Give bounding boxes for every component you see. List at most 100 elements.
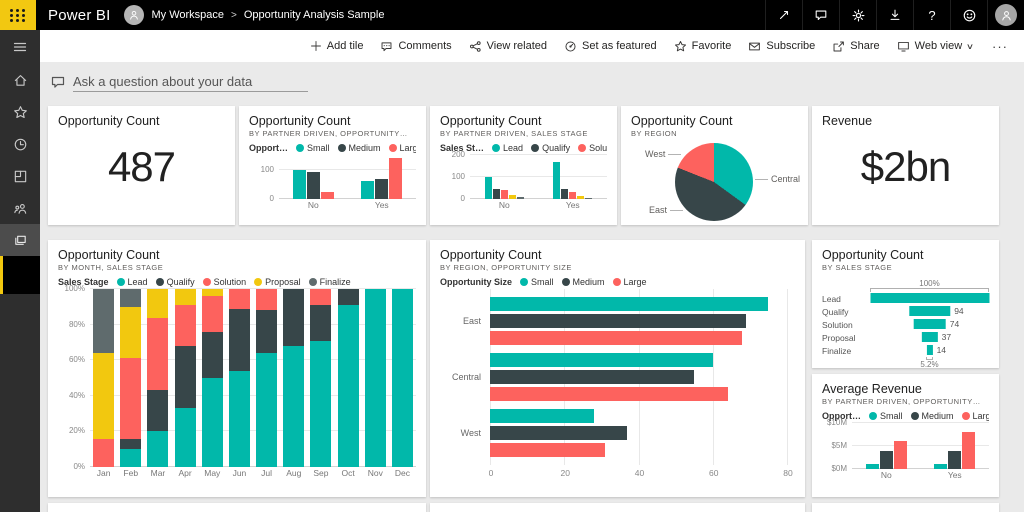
bar[interactable] (501, 190, 508, 199)
bar[interactable] (962, 432, 975, 469)
bar[interactable] (948, 451, 961, 469)
bar[interactable] (490, 331, 742, 345)
clustered-column-chart[interactable]: $0M$5M$10MNoYes (822, 423, 989, 481)
bar-segment[interactable] (120, 449, 141, 467)
bar-segment[interactable] (175, 346, 196, 408)
tile-count-by-sales-stage-funnel[interactable]: Opportunity Count BY SALES STAGE 100%Lea… (812, 240, 999, 368)
tile-count-by-region-size[interactable]: Opportunity Count BY REGION, OPPORTUNITY… (430, 240, 805, 497)
feedback-smiley-icon[interactable] (950, 0, 987, 30)
bar-segment[interactable] (392, 289, 413, 467)
funnel-bar[interactable] (913, 319, 946, 329)
bar[interactable] (490, 443, 605, 457)
bar-segment[interactable] (93, 353, 114, 438)
bar-segment[interactable] (229, 309, 250, 371)
tile-opportunity-count-card[interactable]: Opportunity Count 487 (48, 106, 235, 225)
horizontal-bar-chart[interactable]: 020406080EastCentralWest (440, 289, 795, 481)
tile-revenue-card[interactable]: Revenue $2bn (812, 106, 999, 225)
apps-grid-icon[interactable] (0, 160, 40, 192)
selected-dashboard-indicator[interactable] (0, 256, 40, 294)
bar[interactable] (894, 441, 907, 469)
bar-segment[interactable] (147, 289, 168, 317)
bar-segment[interactable] (147, 431, 168, 467)
bar[interactable] (490, 353, 713, 367)
bar-segment[interactable] (283, 346, 304, 467)
bar[interactable] (866, 464, 879, 469)
stacked-bar[interactable] (256, 289, 277, 467)
bar[interactable] (375, 179, 388, 199)
bar-segment[interactable] (229, 371, 250, 467)
bar-segment[interactable] (175, 305, 196, 346)
bar[interactable] (490, 426, 627, 440)
bar-segment[interactable] (147, 318, 168, 391)
bar[interactable] (569, 192, 576, 199)
bar-segment[interactable] (202, 378, 223, 467)
subscribe-button[interactable]: Subscribe (748, 40, 815, 53)
favorite-button[interactable]: Favorite (674, 40, 732, 53)
bar-segment[interactable] (256, 289, 277, 310)
bar[interactable] (293, 170, 306, 199)
more-options-button[interactable]: ··· (990, 39, 1010, 54)
bar-segment[interactable] (365, 289, 386, 467)
bar[interactable] (490, 409, 594, 423)
profile-avatar[interactable] (987, 0, 1024, 30)
web-view-button[interactable]: Web view∨ (897, 40, 973, 53)
bar-segment[interactable] (93, 289, 114, 353)
bar-segment[interactable] (120, 439, 141, 450)
funnel-bar[interactable] (926, 345, 932, 355)
tile-count-by-region-pie[interactable]: Opportunity Count BY REGION West Central… (621, 106, 808, 225)
bar-segment[interactable] (338, 305, 359, 467)
recent-clock-icon[interactable] (0, 128, 40, 160)
stacked-bar[interactable] (310, 289, 331, 467)
bar-segment[interactable] (175, 408, 196, 467)
settings-gear-icon[interactable] (839, 0, 876, 30)
set-as-featured-button[interactable]: Set as featured (564, 40, 657, 53)
bar-segment[interactable] (283, 289, 304, 346)
home-icon[interactable] (0, 64, 40, 96)
clustered-column-chart[interactable]: 0100200NoYes (440, 155, 607, 211)
view-related-button[interactable]: View related (469, 40, 547, 53)
share-button[interactable]: Share (832, 40, 879, 53)
bar[interactable] (880, 451, 893, 469)
workspaces-layers-icon[interactable] (0, 224, 40, 256)
bar[interactable] (490, 387, 728, 401)
stacked-bar[interactable] (365, 289, 386, 467)
bar-segment[interactable] (93, 439, 114, 467)
app-launcher-waffle-icon[interactable] (0, 0, 36, 30)
bar-segment[interactable] (202, 289, 223, 296)
bar[interactable] (485, 177, 492, 199)
bar[interactable] (490, 370, 694, 384)
bar-segment[interactable] (175, 289, 196, 305)
bar[interactable] (509, 195, 516, 199)
tile-average-revenue[interactable]: Average Revenue BY PARTNER DRIVEN, OPPOR… (812, 374, 999, 497)
stacked-bar[interactable] (392, 289, 413, 467)
bar-segment[interactable] (120, 289, 141, 307)
bar[interactable] (561, 189, 568, 199)
bar[interactable] (321, 192, 334, 199)
add-tile-button[interactable]: Add tile (310, 40, 364, 52)
bar[interactable] (517, 197, 524, 199)
bar-segment[interactable] (310, 305, 331, 341)
qa-input[interactable] (73, 72, 308, 92)
clustered-column-chart[interactable]: 0100NoYes (249, 155, 416, 211)
bar[interactable] (585, 198, 592, 199)
help-icon[interactable]: ? (913, 0, 950, 30)
download-icon[interactable] (876, 0, 913, 30)
comments-button[interactable]: Comments (380, 40, 451, 53)
bar[interactable] (389, 158, 402, 199)
bar[interactable] (577, 196, 584, 199)
bar[interactable] (493, 189, 500, 199)
bar-segment[interactable] (310, 289, 331, 305)
stacked-bar[interactable] (202, 289, 223, 467)
stacked-bar[interactable] (229, 289, 250, 467)
funnel-bar[interactable] (870, 293, 989, 303)
bar[interactable] (361, 181, 374, 199)
tile-partial[interactable] (48, 503, 426, 512)
bar-segment[interactable] (229, 289, 250, 309)
bar-segment[interactable] (338, 289, 359, 305)
shared-people-icon[interactable] (0, 192, 40, 224)
stacked-bar[interactable] (338, 289, 359, 467)
tile-partial[interactable] (812, 503, 999, 512)
stacked-bar[interactable] (147, 289, 168, 467)
workspace-avatar[interactable] (124, 5, 144, 25)
bar-segment[interactable] (120, 307, 141, 359)
